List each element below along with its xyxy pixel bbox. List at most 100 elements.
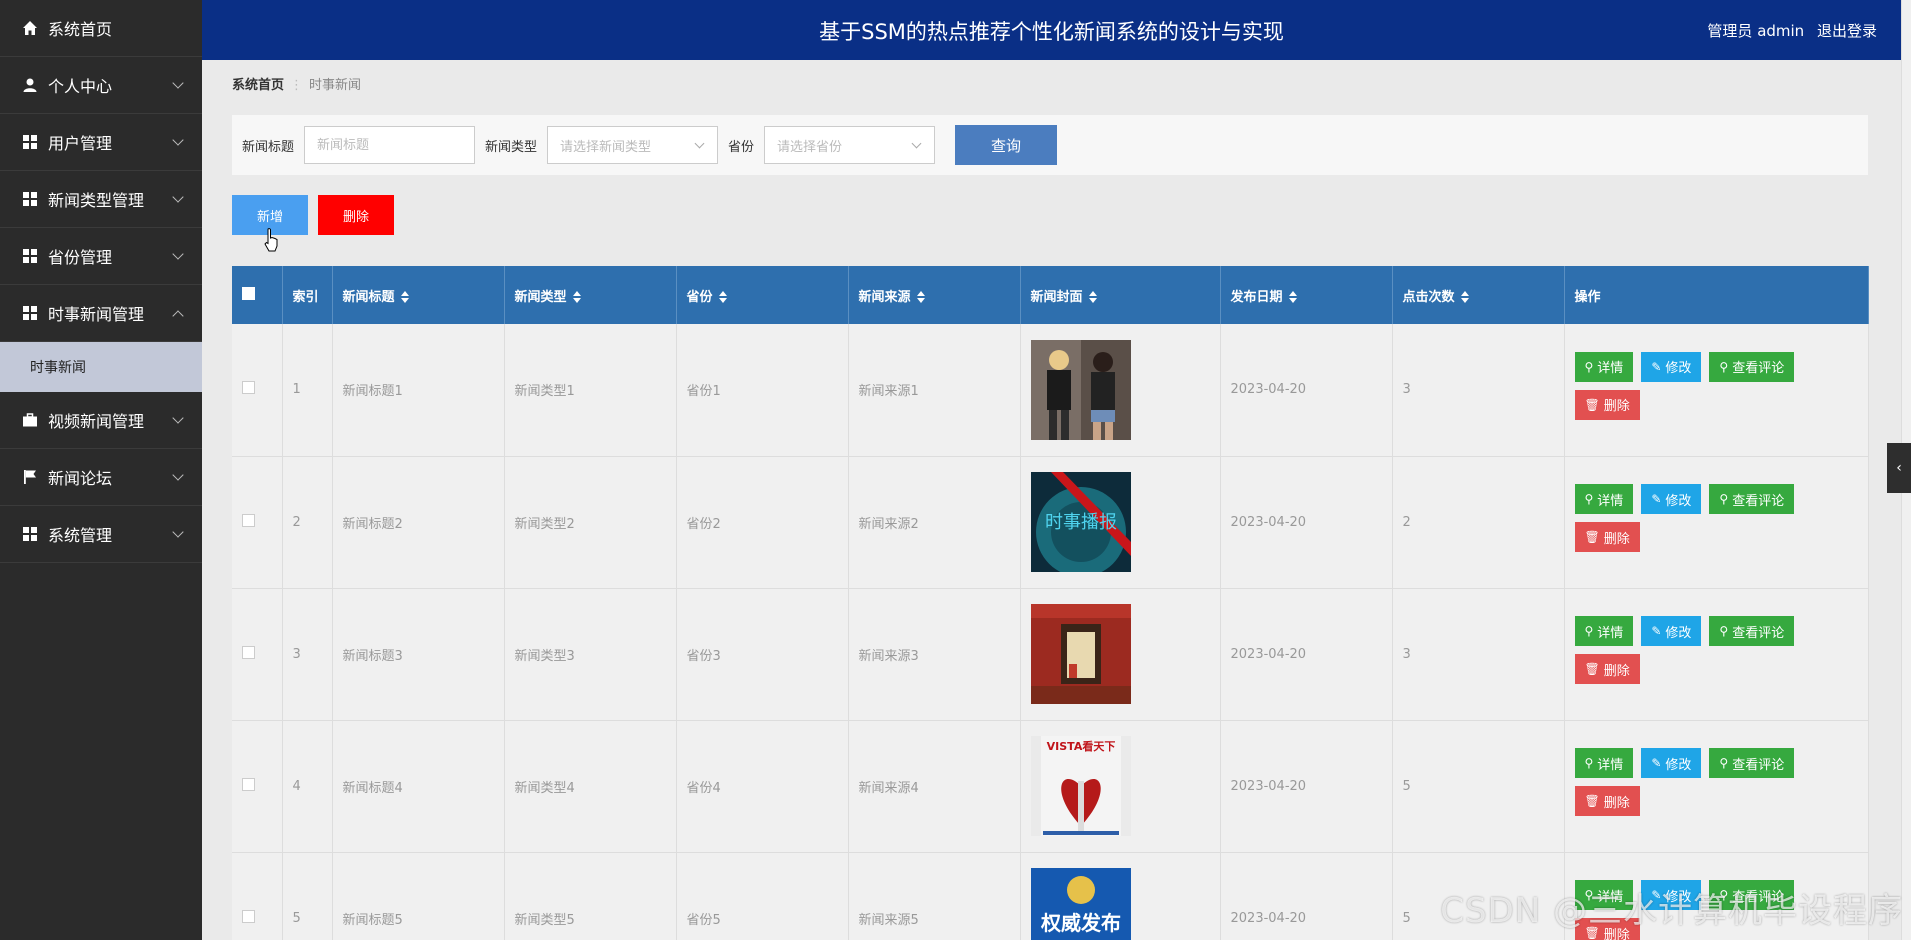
cell-date: 2023-04-20 bbox=[1220, 588, 1393, 720]
search-icon: ⚲ bbox=[1719, 359, 1729, 374]
detail-button[interactable]: ⚲ 详情 bbox=[1574, 484, 1634, 514]
sort-icon[interactable] bbox=[1288, 291, 1297, 303]
sidebar-item-provinces[interactable]: 省份管理 bbox=[0, 228, 202, 285]
row-checkbox[interactable] bbox=[242, 513, 255, 527]
row-checkbox[interactable] bbox=[242, 777, 255, 791]
row-delete-button[interactable]: 🗑 删除 bbox=[1574, 389, 1640, 420]
type-label: 新闻类型 bbox=[485, 139, 538, 155]
edit-button[interactable]: ✎ 修改 bbox=[1641, 484, 1702, 514]
user-area: 管理员 admin 退出登录 bbox=[1699, 20, 1877, 41]
chevron-down-icon bbox=[172, 77, 184, 89]
chevron-down-icon bbox=[172, 134, 184, 146]
pencil-icon: ✎ bbox=[1651, 359, 1662, 374]
trash-icon: 🗑 bbox=[1584, 397, 1600, 412]
cell-ops: ⚲ 详情 ✎ 修改 ⚲ 查看评论 🗑 删除 bbox=[1564, 720, 1869, 852]
sidebar-item-forum[interactable]: 新闻论坛 bbox=[0, 449, 202, 506]
row-checkbox[interactable] bbox=[242, 645, 255, 659]
sort-icon[interactable] bbox=[1460, 291, 1469, 303]
cell-clicks: 5 bbox=[1392, 720, 1565, 852]
query-button[interactable]: 查询 bbox=[955, 125, 1058, 165]
news-type-select[interactable]: 请选择新闻类型 bbox=[547, 126, 719, 164]
breadcrumb-home[interactable]: 系统首页 bbox=[232, 78, 284, 93]
sidebar-item-home[interactable]: 系统首页 bbox=[0, 0, 202, 57]
view-comments-button[interactable]: ⚲ 查看评论 bbox=[1709, 351, 1795, 382]
province-select[interactable]: 请选择省份 bbox=[764, 126, 936, 164]
collapse-toggle-button[interactable]: ‹ bbox=[1887, 443, 1911, 493]
select-placeholder: 请选择新闻类型 bbox=[560, 139, 652, 155]
sidebar-item-label: 新闻论坛 bbox=[48, 469, 113, 488]
news-cover-image[interactable]: VISTA看天下 bbox=[1030, 736, 1131, 836]
view-comments-button[interactable]: ⚲ 查看评论 bbox=[1709, 484, 1795, 514]
pencil-icon: ✎ bbox=[1651, 756, 1662, 770]
news-title-input[interactable] bbox=[304, 126, 476, 164]
row-delete-button[interactable]: 🗑 删除 bbox=[1574, 654, 1640, 684]
cell-date: 2023-04-20 bbox=[1220, 852, 1393, 940]
detail-button[interactable]: ⚲ 详情 bbox=[1574, 748, 1634, 778]
logout-link[interactable]: 退出登录 bbox=[1817, 22, 1877, 40]
sidebar-item-news-types[interactable]: 新闻类型管理 bbox=[0, 171, 202, 228]
sidebar-item-users[interactable]: 用户管理 bbox=[0, 114, 202, 171]
cell-title: 新闻标题2 bbox=[332, 456, 505, 588]
edit-button[interactable]: ✎ 修改 bbox=[1641, 351, 1702, 382]
sidebar-item-label: 新闻类型管理 bbox=[48, 191, 145, 210]
detail-button[interactable]: ⚲ 详情 bbox=[1574, 616, 1634, 646]
home-icon bbox=[22, 20, 38, 36]
sort-icon[interactable] bbox=[400, 291, 409, 303]
sidebar-item-label: 省份管理 bbox=[48, 248, 113, 267]
chevron-down-icon bbox=[911, 138, 922, 149]
cell-ops: ⚲ 详情 ✎ 修改 ⚲ 查看评论 🗑 删除 bbox=[1564, 588, 1869, 720]
title-label: 新闻标题 bbox=[242, 139, 295, 155]
search-icon: ⚲ bbox=[1719, 492, 1729, 506]
column-header: 索引 bbox=[282, 266, 333, 324]
cell-source: 新闻来源4 bbox=[848, 720, 1021, 852]
column-header[interactable]: 新闻来源 bbox=[848, 266, 1021, 324]
column-header[interactable]: 新闻类型 bbox=[504, 266, 677, 324]
delete-button[interactable]: 删除 bbox=[318, 195, 394, 235]
main-content: 系统首页⋮时事新闻 新闻标题 新闻类型 请选择新闻类型 省份 请选择省份 查询 … bbox=[202, 60, 1901, 940]
news-cover-image[interactable] bbox=[1030, 604, 1131, 704]
cell-index: 5 bbox=[282, 852, 333, 940]
select-all-checkbox[interactable] bbox=[242, 286, 255, 300]
sidebar-item-profile[interactable]: 个人中心 bbox=[0, 57, 202, 114]
row-delete-button[interactable]: 🗑 删除 bbox=[1574, 786, 1640, 816]
sort-icon[interactable] bbox=[1088, 291, 1097, 303]
sidebar-subitem-current-news[interactable]: 时事新闻 bbox=[0, 342, 202, 392]
cell-index: 2 bbox=[282, 456, 333, 588]
sort-icon[interactable] bbox=[916, 291, 925, 303]
search-icon: ⚲ bbox=[1584, 624, 1594, 638]
sort-icon[interactable] bbox=[718, 291, 727, 303]
row-checkbox[interactable] bbox=[242, 909, 255, 923]
detail-button[interactable]: ⚲ 详情 bbox=[1574, 351, 1634, 382]
chevron-down-icon bbox=[172, 248, 184, 260]
cell-ops: ⚲ 详情 ✎ 修改 ⚲ 查看评论 🗑 删除 bbox=[1564, 456, 1869, 588]
cell-title: 新闻标题3 bbox=[332, 588, 505, 720]
column-header[interactable]: 新闻封面 bbox=[1020, 266, 1221, 324]
news-cover-image[interactable]: 权威发布 bbox=[1030, 868, 1131, 940]
view-comments-button[interactable]: ⚲ 查看评论 bbox=[1709, 616, 1795, 646]
chevron-down-icon bbox=[172, 191, 184, 203]
column-header[interactable]: 点击次数 bbox=[1392, 266, 1565, 324]
sidebar-item-current-news[interactable]: 时事新闻管理 bbox=[0, 285, 202, 342]
column-header[interactable]: 新闻标题 bbox=[332, 266, 505, 324]
sidebar-item-system[interactable]: 系统管理 bbox=[0, 506, 202, 563]
edit-button[interactable]: ✎ 修改 bbox=[1641, 748, 1702, 778]
sidebar-item-video-news[interactable]: 视频新闻管理 bbox=[0, 392, 202, 449]
grid-icon bbox=[22, 305, 38, 321]
column-header[interactable]: 省份 bbox=[676, 266, 849, 324]
row-checkbox[interactable] bbox=[242, 381, 255, 395]
cell-index: 3 bbox=[282, 588, 333, 720]
news-cover-image[interactable]: 时事播报 bbox=[1030, 472, 1131, 572]
row-delete-button[interactable]: 🗑 删除 bbox=[1574, 522, 1640, 552]
select-placeholder: 请选择省份 bbox=[777, 139, 843, 155]
view-comments-button[interactable]: ⚲ 查看评论 bbox=[1709, 748, 1795, 778]
user-icon bbox=[22, 77, 38, 93]
news-cover-image[interactable] bbox=[1030, 339, 1131, 440]
sidebar-item-label: 个人中心 bbox=[48, 77, 113, 96]
chevron-down-icon bbox=[694, 138, 705, 149]
cell-province: 省份2 bbox=[676, 456, 849, 588]
chevron-up-icon bbox=[172, 310, 184, 322]
edit-button[interactable]: ✎ 修改 bbox=[1641, 616, 1702, 646]
sort-icon[interactable] bbox=[572, 291, 581, 303]
sidebar: 系统首页 个人中心 用户管理 新闻类型管理 省份管理 时事新闻管理 时事新闻 视… bbox=[0, 0, 202, 940]
column-header[interactable]: 发布日期 bbox=[1220, 266, 1393, 324]
